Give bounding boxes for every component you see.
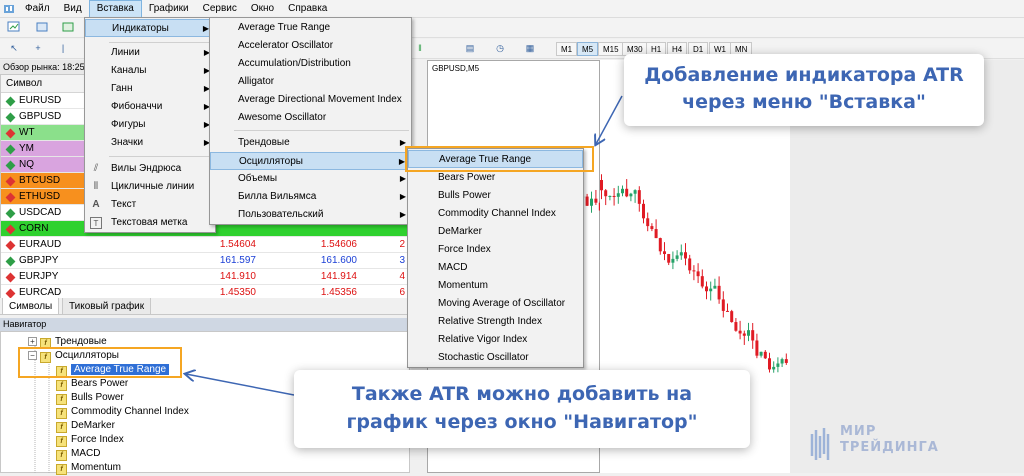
callout-insert-menu: Добавление индикатора ATR через меню "Вс… [624, 54, 984, 126]
brand-logo: МИР ТРЕЙДИНГА [808, 418, 958, 466]
arrow-to-menu [596, 95, 623, 144]
brand-logo-line2: ТРЕЙДИНГА [840, 440, 939, 455]
brand-logo-icon [810, 428, 830, 460]
callout-navigator: Также ATR можно добавить на график через… [294, 370, 750, 448]
brand-logo-line1: МИР [840, 424, 877, 439]
arrow-to-navigator [186, 374, 295, 396]
